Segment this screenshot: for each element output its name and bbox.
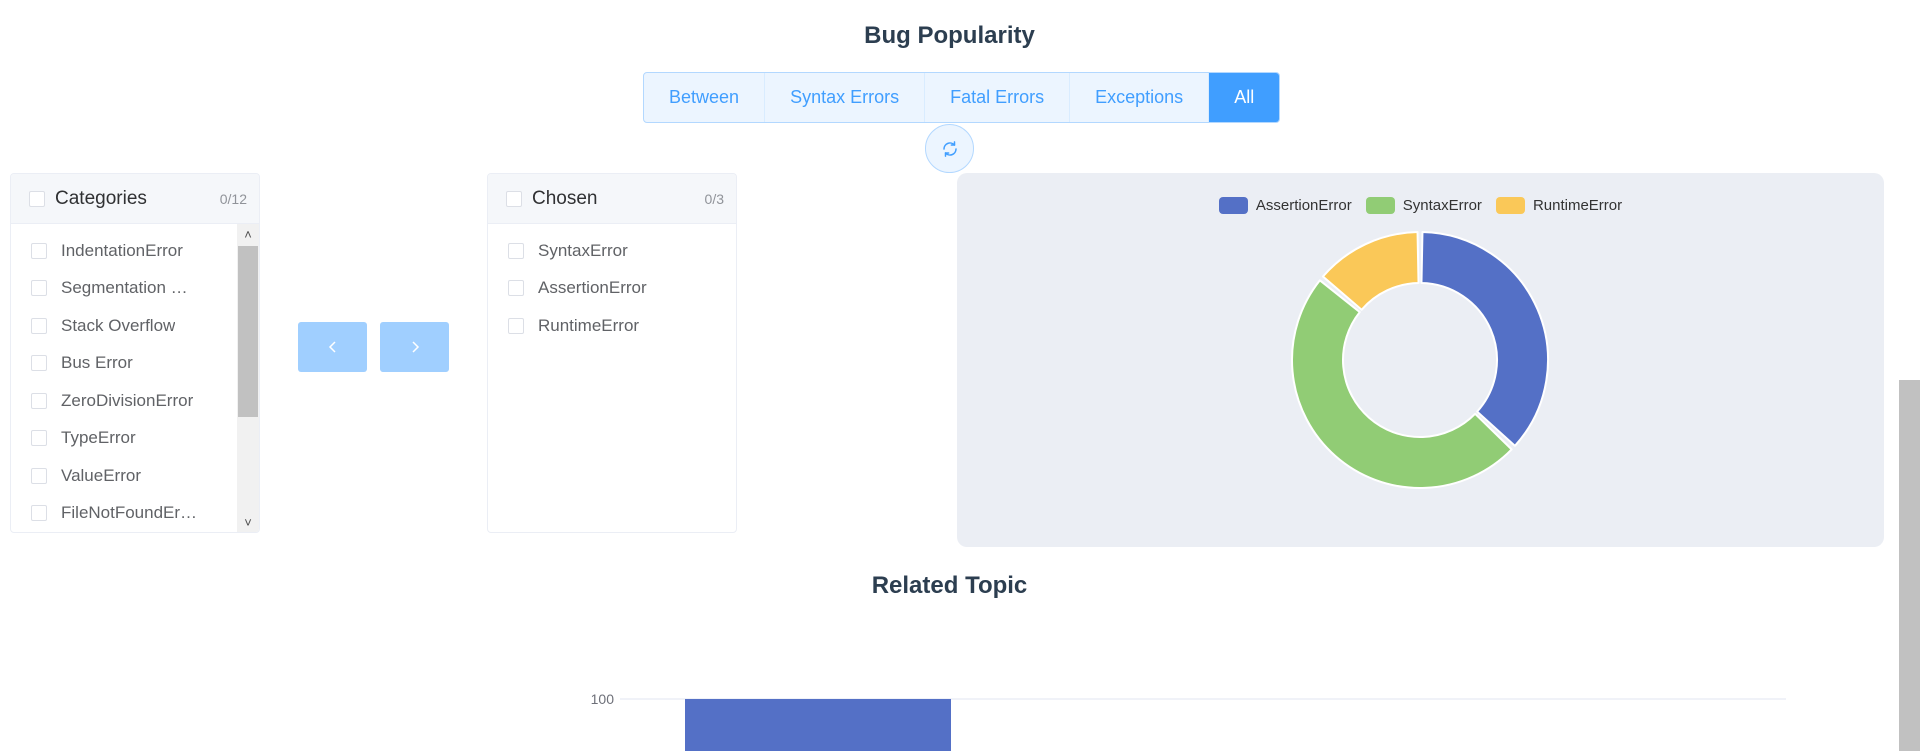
chosen-panel-header: Chosen 0/3 — [488, 174, 736, 224]
list-item[interactable]: Stack Overflow — [11, 307, 259, 345]
donut-chart-card: AssertionError SyntaxError RuntimeError — [957, 173, 1884, 547]
item-checkbox[interactable] — [31, 430, 47, 447]
list-item[interactable]: FileNotFoundEr… — [11, 495, 259, 533]
legend-label: AssertionError — [1255, 197, 1352, 214]
page-scrollbar[interactable] — [1899, 0, 1920, 751]
categories-count: 0/12 — [219, 190, 247, 207]
legend-label: RuntimeError — [1532, 197, 1623, 214]
item-label: FileNotFoundEr… — [61, 503, 198, 523]
refresh-icon — [942, 140, 957, 157]
item-label: ZeroDivisionError — [61, 390, 194, 410]
item-checkbox[interactable] — [31, 242, 47, 259]
categories-list: IndentationError Segmentation … Stack Over… — [11, 224, 259, 532]
tab-between[interactable]: Between — [644, 73, 766, 122]
move-to-right-button[interactable] — [380, 322, 449, 372]
list-item[interactable]: AssertionError — [488, 270, 736, 308]
category-tabs: Between Syntax Errors Fatal Errors Exceptio… — [643, 72, 1281, 123]
select-all-categories-checkbox[interactable] — [29, 190, 45, 207]
item-label: IndentationError — [61, 240, 183, 260]
list-item[interactable]: SyntaxError — [488, 232, 736, 270]
chosen-panel: Chosen 0/3 SyntaxError AssertionError Runt… — [487, 173, 737, 533]
caret-up-icon[interactable]: ˄ — [237, 224, 259, 244]
tab-all[interactable]: All — [1209, 73, 1280, 122]
item-label: SyntaxError — [538, 240, 628, 260]
chosen-count: 0/3 — [704, 190, 724, 207]
page-scrollbar-thumb[interactable] — [1899, 380, 1920, 751]
legend-swatch — [1365, 197, 1395, 214]
categories-scrollbar-thumb[interactable] — [238, 246, 258, 417]
item-checkbox[interactable] — [31, 467, 47, 484]
categories-scrollbar[interactable]: ˄ ˅ — [237, 224, 259, 532]
caret-down-icon[interactable]: ˅ — [237, 512, 259, 532]
categories-list-container[interactable]: IndentationError Segmentation … Stack Over… — [11, 224, 259, 532]
item-label: Segmentation … — [61, 278, 188, 298]
item-label: RuntimeError — [538, 315, 640, 335]
item-checkbox[interactable] — [31, 505, 47, 522]
refresh-button[interactable] — [925, 124, 974, 173]
legend-swatch — [1495, 197, 1525, 214]
list-item[interactable]: IndentationError — [11, 232, 259, 270]
legend-label: SyntaxError — [1402, 197, 1482, 214]
tab-fatal-errors[interactable]: Fatal Errors — [925, 73, 1071, 122]
list-item[interactable]: ZeroDivisionError — [11, 382, 259, 420]
chosen-list-container: SyntaxError AssertionError RuntimeError — [488, 224, 736, 532]
chart-legend: AssertionError SyntaxError RuntimeError — [957, 197, 1884, 214]
list-item[interactable]: RuntimeError — [488, 307, 736, 345]
donut-chart — [1291, 231, 1549, 490]
item-checkbox[interactable] — [508, 242, 524, 259]
list-item[interactable]: ValueError — [11, 457, 259, 495]
bar[interactable] — [685, 699, 951, 751]
move-to-left-button[interactable] — [298, 322, 367, 372]
categories-panel: Categories 0/12 IndentationError Segmenta… — [10, 173, 260, 533]
item-checkbox[interactable] — [31, 392, 47, 409]
item-label: TypeError — [61, 428, 136, 448]
list-item[interactable]: TypeError — [11, 420, 259, 458]
tab-exceptions[interactable]: Exceptions — [1070, 73, 1210, 122]
legend-item[interactable]: RuntimeError — [1495, 197, 1623, 214]
item-checkbox[interactable] — [508, 280, 524, 297]
list-item[interactable]: Segmentation … — [11, 270, 259, 308]
legend-item[interactable]: SyntaxError — [1365, 197, 1482, 214]
item-label: Stack Overflow — [61, 315, 176, 335]
item-label: Bus Error — [61, 353, 133, 373]
item-checkbox[interactable] — [508, 317, 524, 334]
item-checkbox[interactable] — [31, 355, 47, 372]
chosen-panel-title: Chosen — [532, 187, 598, 209]
chosen-list: SyntaxError AssertionError RuntimeError — [488, 224, 736, 345]
item-checkbox[interactable] — [31, 317, 47, 334]
related-topic-bar-chart: 100 — [591, 691, 1786, 751]
item-label: AssertionError — [538, 278, 647, 298]
legend-item[interactable]: AssertionError — [1218, 197, 1352, 214]
item-label: ValueError — [61, 465, 141, 485]
select-all-chosen-checkbox[interactable] — [506, 190, 522, 207]
bug-popularity-title: Bug Popularity — [864, 22, 1035, 49]
legend-swatch — [1218, 197, 1248, 214]
item-checkbox[interactable] — [31, 280, 47, 297]
donut-slice-assertionerror[interactable] — [1420, 231, 1549, 447]
y-tick-label: 100 — [591, 691, 615, 707]
chevron-right-icon — [411, 341, 419, 353]
categories-panel-header: Categories 0/12 — [11, 174, 259, 224]
chevron-left-icon — [328, 341, 336, 353]
list-item[interactable]: Bus Error — [11, 345, 259, 383]
related-topic-title: Related Topic — [871, 572, 1028, 599]
categories-panel-title: Categories — [55, 187, 147, 209]
tab-syntax-errors[interactable]: Syntax Errors — [765, 73, 926, 122]
